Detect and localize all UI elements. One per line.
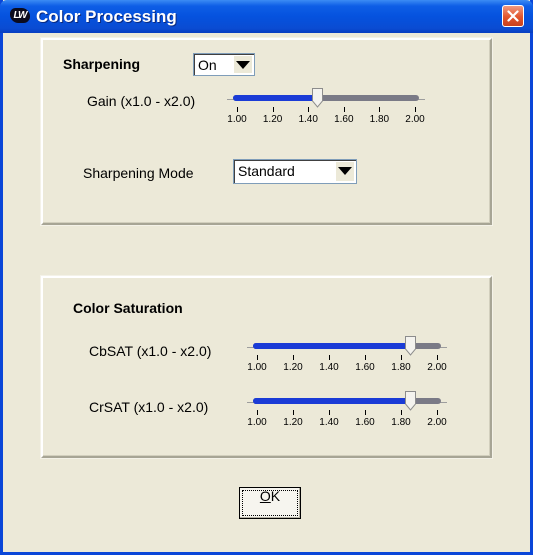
slider-tick xyxy=(437,355,438,360)
slider-track[interactable] xyxy=(233,95,419,101)
gain-label: Gain (x1.0 - x2.0) xyxy=(87,93,196,109)
slider-tick xyxy=(308,107,310,112)
color-saturation-group: Color Saturation CbSAT (x1.0 - x2.0) 1.0… xyxy=(41,276,492,458)
slider-tick-label: 1.40 xyxy=(319,362,339,373)
close-button[interactable] xyxy=(502,5,524,27)
slider-tick-label: 2.00 xyxy=(405,114,425,125)
slider-tick xyxy=(257,410,258,415)
ok-button-mnemonic: O xyxy=(259,488,271,504)
close-icon xyxy=(507,10,519,22)
slider-tick xyxy=(293,355,294,360)
slider-tick-label: 1.20 xyxy=(283,362,303,373)
window-title: Color Processing xyxy=(36,7,177,26)
slider-tick xyxy=(257,355,258,360)
slider-tick xyxy=(415,107,416,112)
slider-thumb[interactable] xyxy=(312,88,324,108)
sharpening-enable-dropdown[interactable]: On xyxy=(193,53,255,76)
slider-thumb[interactable] xyxy=(405,336,416,356)
slider-tick-label: 2.00 xyxy=(427,362,447,373)
slider-tick-label: 1.80 xyxy=(391,362,411,373)
title-bar[interactable]: LW Color Processing xyxy=(0,0,533,33)
slider-tick-label: 1.00 xyxy=(247,362,267,373)
sharpening-group: Sharpening On Gain (x1.0 - x2.0) 1.00 1.2… xyxy=(41,38,492,225)
slider-tick xyxy=(437,410,438,415)
crsat-slider[interactable]: 1.00 1.20 1.40 1.60 1.80 2.00 xyxy=(247,391,447,441)
slider-tick xyxy=(237,107,238,112)
cbsat-slider[interactable]: 1.00 1.20 1.40 1.60 1.80 2.00 xyxy=(247,336,447,386)
sharpening-mode-dropdown[interactable]: Standard xyxy=(233,159,357,184)
slider-tick-label: 1.40 xyxy=(319,417,339,428)
slider-tick-label: 1.60 xyxy=(355,362,375,373)
chevron-down-icon[interactable] xyxy=(336,162,354,181)
chevron-down-icon[interactable] xyxy=(234,56,252,73)
slider-tick xyxy=(293,410,294,415)
slider-tick-label: 1.20 xyxy=(262,114,283,125)
slider-tick xyxy=(272,107,274,112)
ok-button-label: K xyxy=(270,488,281,504)
slider-tick-label: 1.80 xyxy=(369,114,390,125)
slider-fill xyxy=(253,398,410,404)
slider-fill xyxy=(253,343,410,349)
slider-tick xyxy=(329,355,330,360)
slider-tick-label: 1.60 xyxy=(355,417,375,428)
slider-tick-label: 1.00 xyxy=(227,114,247,125)
slider-fill xyxy=(233,95,318,101)
dialog-window: LW Color Processing Sharpening On Gain (… xyxy=(0,0,533,555)
app-logo-icon: LW xyxy=(10,8,30,23)
crsat-label: CrSAT (x1.0 - x2.0) xyxy=(89,399,209,415)
slider-thumb[interactable] xyxy=(405,391,416,411)
slider-tick xyxy=(343,107,345,112)
sharpening-title: Sharpening xyxy=(63,56,141,72)
slider-tick xyxy=(401,410,402,415)
slider-tick xyxy=(329,410,330,415)
slider-tick xyxy=(365,410,366,415)
slider-tick xyxy=(401,355,402,360)
slider-tick-label: 1.20 xyxy=(283,417,303,428)
slider-tick-label: 1.00 xyxy=(247,417,267,428)
sharpening-mode-value: Standard xyxy=(238,163,295,179)
sharpening-mode-label: Sharpening Mode xyxy=(83,165,194,181)
slider-tick-label: 1.80 xyxy=(391,417,411,428)
ok-button[interactable]: OK xyxy=(239,487,301,519)
slider-tick-label: 1.60 xyxy=(334,114,354,125)
slider-tick-label: 2.00 xyxy=(427,417,447,428)
color-saturation-title: Color Saturation xyxy=(73,300,183,316)
slider-tick-label: 1.40 xyxy=(298,114,318,125)
gain-slider[interactable]: 1.00 1.20 1.40 1.60 1.80 2.00 xyxy=(227,88,425,138)
sharpening-enable-value: On xyxy=(198,57,217,73)
slider-tick xyxy=(379,107,381,112)
slider-tick xyxy=(365,355,366,360)
cbsat-label: CbSAT (x1.0 - x2.0) xyxy=(89,343,212,359)
